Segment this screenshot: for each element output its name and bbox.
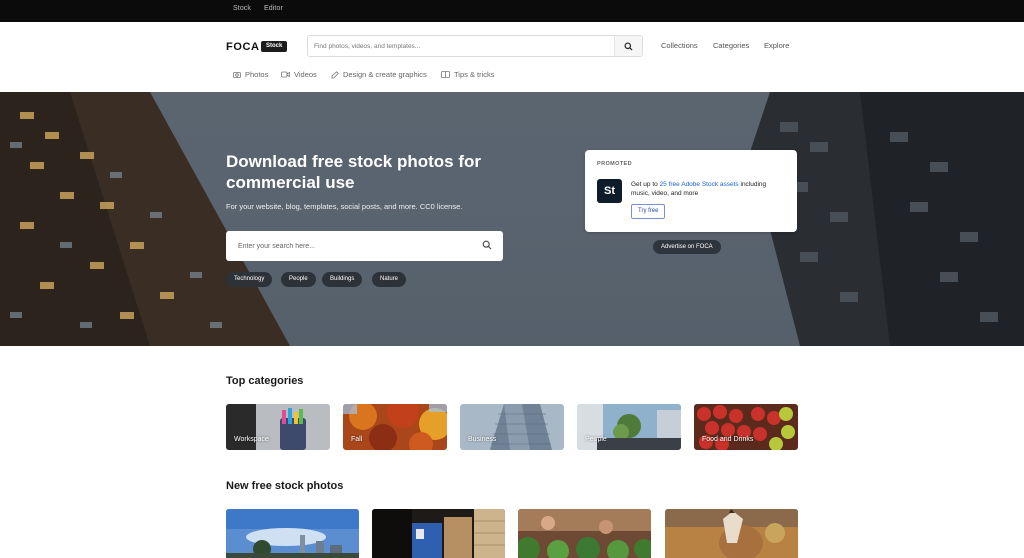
hero-building-left: [0, 92, 290, 346]
video-icon: [281, 71, 290, 79]
promo-text-before: Get up to: [631, 181, 660, 188]
subnav-tips[interactable]: Tips & tricks: [441, 70, 495, 79]
category-card-business[interactable]: Business: [460, 404, 564, 450]
category-label: Business: [468, 436, 497, 443]
logo-badge: Stock: [261, 41, 288, 52]
chip-buildings[interactable]: Buildings: [322, 272, 363, 287]
subnav-label: Design & create graphics: [343, 70, 427, 79]
adobe-stock-logo: St: [597, 179, 622, 203]
category-card-people[interactable]: People: [577, 404, 681, 450]
site-header: FOCA Stock Collections Categories Explor…: [0, 22, 1024, 92]
fall-image: [343, 404, 447, 450]
photo-horse: [665, 509, 798, 558]
workspace-image: [226, 404, 330, 450]
nav-explore[interactable]: Explore: [764, 41, 789, 50]
book-icon: [441, 71, 450, 79]
category-card-food-and-drinks[interactable]: Food and Drinks: [694, 404, 798, 450]
photo-city-sky: [226, 509, 359, 558]
subnav-photos[interactable]: Photos: [232, 70, 268, 79]
nav-categories[interactable]: Categories: [713, 41, 749, 50]
promo-card: PROMOTED St Get up to 25 free Adobe Stoc…: [585, 150, 797, 232]
category-card-fall[interactable]: Fall: [343, 404, 447, 450]
photo-card[interactable]: [226, 509, 359, 558]
hero-subtitle: For your website, blog, templates, socia…: [226, 202, 463, 211]
category-label: Workspace: [234, 436, 269, 443]
subnav-label: Tips & tricks: [454, 70, 495, 79]
nav-collections[interactable]: Collections: [661, 41, 698, 50]
hero-search: [226, 231, 503, 261]
photo-street-shop: [372, 509, 505, 558]
subnav-videos[interactable]: Videos: [281, 70, 317, 79]
top-bar: Stock Editor: [0, 0, 1024, 22]
hero-title: Download free stock photos for commercia…: [226, 152, 482, 192]
subnav-design[interactable]: Design & create graphics: [330, 70, 427, 79]
category-label: Food and Drinks: [702, 436, 754, 443]
promo-text: Get up to 25 free Adobe Stock assets inc…: [631, 180, 781, 198]
photo-card[interactable]: [518, 509, 651, 558]
photo-card[interactable]: [372, 509, 505, 558]
hero-banner: Download free stock photos for commercia…: [0, 92, 1024, 346]
category-label: Fall: [351, 436, 363, 443]
top-categories-title: Top categories: [226, 375, 304, 387]
chip-technology[interactable]: Technology: [226, 272, 273, 287]
topbar-link-stock[interactable]: Stock: [233, 5, 251, 12]
chip-people[interactable]: People: [281, 272, 316, 287]
subnav-label: Videos: [294, 70, 317, 79]
business-image: [460, 404, 564, 450]
promo-label: PROMOTED: [597, 161, 632, 167]
try-free-button[interactable]: Try free: [631, 204, 666, 219]
header-search: [307, 35, 643, 57]
header-search-input[interactable]: [314, 40, 614, 53]
photo-market: [518, 509, 651, 558]
header-search-button[interactable]: [614, 36, 642, 56]
search-icon[interactable]: [482, 240, 492, 250]
hero-search-input[interactable]: [238, 240, 468, 252]
photo-card[interactable]: [665, 509, 798, 558]
food-image: [694, 404, 798, 450]
category-card-workspace[interactable]: Workspace: [226, 404, 330, 450]
site-logo[interactable]: FOCA: [226, 41, 260, 53]
search-icon: [624, 41, 633, 51]
category-label: People: [585, 436, 607, 443]
chip-nature[interactable]: Nature: [372, 272, 407, 287]
advertise-button[interactable]: Advertise on FOCA: [653, 240, 721, 254]
promo-link[interactable]: 25 free Adobe Stock assets: [660, 181, 739, 188]
people-image: [577, 404, 681, 450]
subnav-label: Photos: [245, 70, 269, 79]
camera-icon: [232, 71, 241, 79]
new-photos-title: New free stock photos: [226, 480, 344, 492]
design-icon: [330, 70, 339, 79]
topbar-link-editor[interactable]: Editor: [264, 5, 283, 12]
